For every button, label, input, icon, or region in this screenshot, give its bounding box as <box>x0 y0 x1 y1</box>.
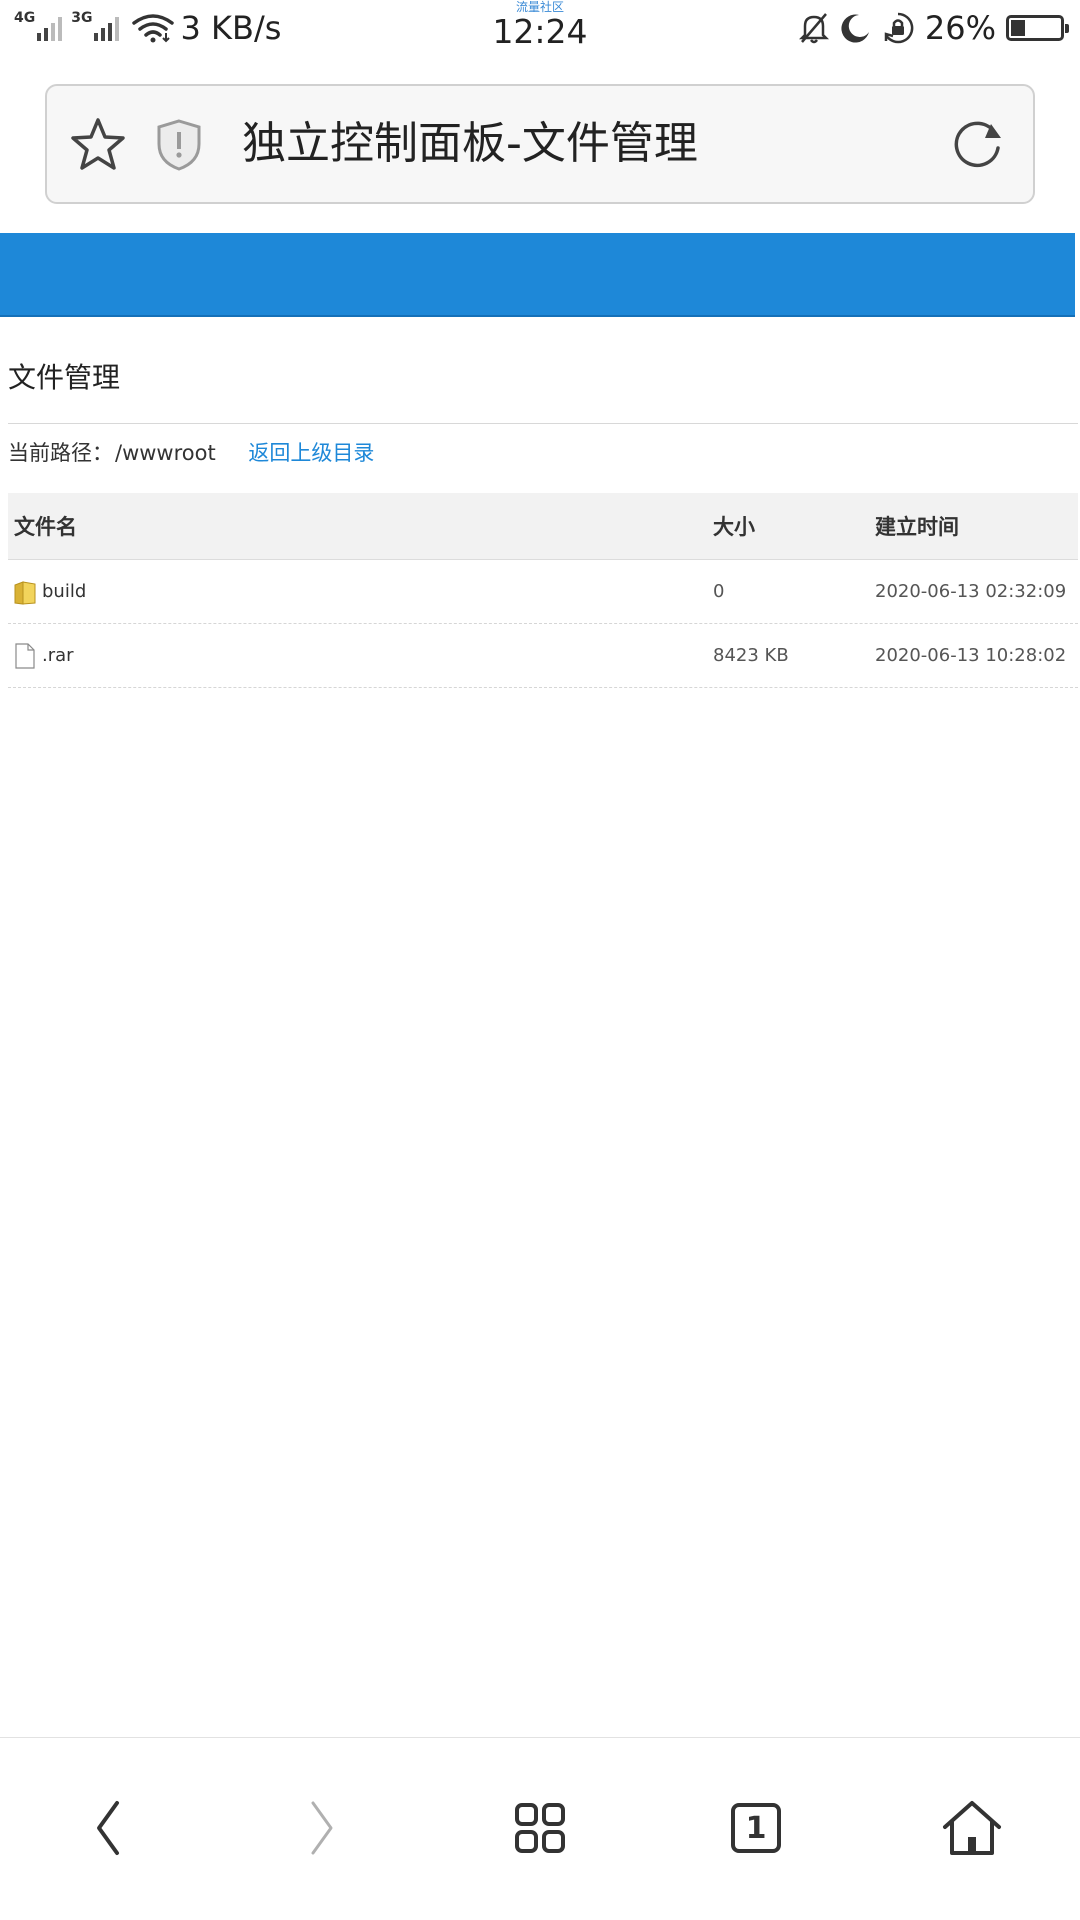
table-row[interactable]: .rar 8423 KB 2020-06-13 10:28:02 <box>8 624 1078 688</box>
file-size: 0 <box>713 581 725 602</box>
section-divider <box>8 423 1078 424</box>
file-size: 8423 KB <box>713 645 789 666</box>
moon-icon <box>841 14 869 43</box>
home-icon <box>943 1801 1001 1855</box>
folder-icon <box>14 579 36 605</box>
section-title: 文件管理 <box>8 361 121 394</box>
forward-button[interactable] <box>282 1793 362 1863</box>
status-bar: 4G 3G 3 KB/s 流量社区 12:24 26% <box>0 0 1080 56</box>
tab-count: 1 <box>745 1810 767 1846</box>
mute-bell-icon <box>798 13 829 44</box>
file-name[interactable]: build <box>42 581 86 602</box>
reload-icon[interactable] <box>951 118 1005 172</box>
back-icon <box>97 1801 119 1855</box>
file-icon <box>14 642 36 669</box>
address-bar[interactable]: 独立控制面板-文件管理 <box>45 84 1035 204</box>
column-header-created[interactable]: 建立时间 <box>875 493 959 559</box>
star-bookmark-icon[interactable] <box>69 116 127 174</box>
menu-button[interactable] <box>500 1793 580 1863</box>
file-name[interactable]: .rar <box>42 645 74 666</box>
table-header: 文件名 大小 建立时间 <box>8 493 1078 560</box>
file-table: 文件名 大小 建立时间 build 0 2020-06-13 02:32:09 <box>8 493 1078 688</box>
file-name-cell[interactable]: build <box>14 560 86 623</box>
column-header-name[interactable]: 文件名 <box>14 493 77 559</box>
page-title[interactable]: 独立控制面板-文件管理 <box>242 86 698 202</box>
site-header <box>0 233 1075 317</box>
tabs-icon: 1 <box>731 1803 781 1853</box>
home-button[interactable] <box>932 1793 1012 1863</box>
path-label: 当前路径： <box>8 441 113 465</box>
battery-icon <box>1006 15 1069 41</box>
table-row[interactable]: build 0 2020-06-13 02:32:09 <box>8 560 1078 624</box>
back-to-parent-link[interactable]: 返回上级目录 <box>248 441 374 465</box>
tabs-button[interactable]: 1 <box>716 1793 796 1863</box>
path-value: /wwwroot <box>115 441 216 465</box>
back-button[interactable] <box>68 1793 148 1863</box>
column-header-size[interactable]: 大小 <box>713 493 755 559</box>
battery-percent: 26% <box>924 9 996 47</box>
shield-icon[interactable] <box>155 118 203 172</box>
bottom-toolbar: 1 <box>0 1737 1080 1920</box>
forward-icon <box>311 1801 333 1855</box>
status-right: 26% <box>789 8 1069 48</box>
path-line: 当前路径：/wwwroot 返回上级目录 <box>8 438 374 468</box>
file-created: 2020-06-13 02:32:09 <box>875 581 1067 602</box>
battery-level <box>1011 20 1025 36</box>
rotation-lock-icon <box>884 12 914 44</box>
menu-grid-icon <box>515 1803 565 1853</box>
file-name-cell[interactable]: .rar <box>14 624 74 687</box>
file-created: 2020-06-13 10:28:02 <box>875 645 1067 666</box>
